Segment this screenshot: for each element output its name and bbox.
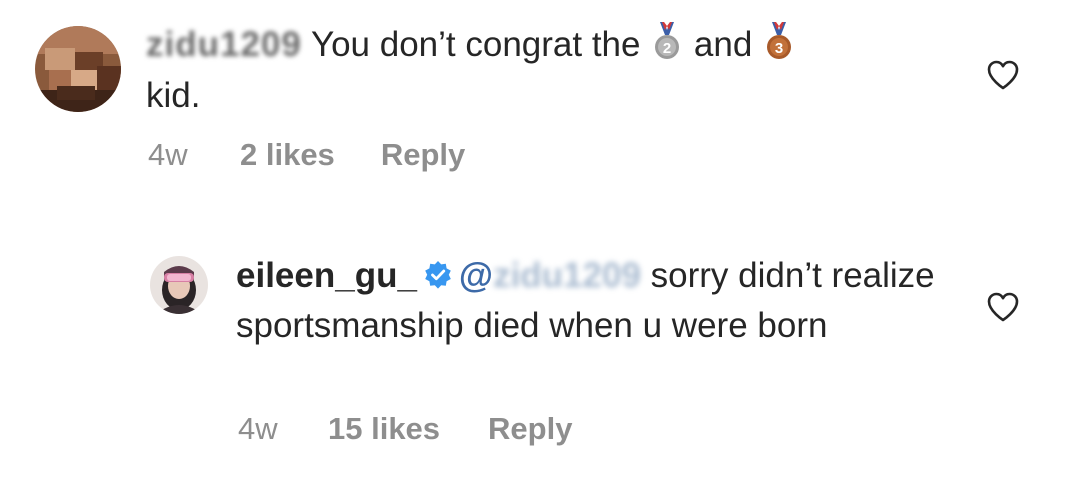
comment-meta: 4w 2 likes Reply — [148, 137, 465, 173]
verified-badge-icon — [423, 255, 453, 302]
avatar[interactable] — [150, 256, 208, 314]
reply-button[interactable]: Reply — [381, 137, 465, 173]
heart-outline-icon[interactable] — [986, 59, 1020, 96]
likes-count[interactable]: 15 likes — [328, 411, 440, 447]
comment-text-part: You don’t congrat the — [301, 25, 651, 64]
timestamp: 4w — [148, 137, 188, 172]
mention-link[interactable]: @zidu1209 — [459, 256, 641, 295]
heart-outline-icon[interactable] — [986, 291, 1020, 328]
reply-button[interactable]: Reply — [488, 411, 572, 447]
third-place-medal-icon: 3 — [764, 22, 794, 72]
comment-text-part: kid. — [146, 76, 201, 115]
comment-meta: 4w 15 likes Reply — [238, 411, 572, 447]
timestamp: 4w — [238, 411, 278, 446]
blurred-username[interactable]: zidu1209 — [146, 21, 302, 68]
likes-count[interactable]: 2 likes — [240, 137, 335, 173]
svg-text:2: 2 — [663, 40, 671, 57]
username[interactable]: eileen_gu_ — [236, 256, 417, 295]
blurred-mention: zidu1209 — [493, 256, 641, 295]
svg-text:3: 3 — [775, 40, 783, 57]
comment-text: zidu1209 You don’t congrat the 2 and 3 ki… — [146, 21, 926, 119]
comment-2: eileen_gu_ @zidu1209 sorry didn’t realize… — [0, 230, 1080, 482]
comment-text: eileen_gu_ @zidu1209 sorry didn’t realize… — [236, 252, 936, 349]
comment-1: zidu1209 You don’t congrat the 2 and 3 ki… — [0, 0, 1080, 200]
avatar[interactable] — [35, 26, 121, 112]
avatar-image — [35, 26, 121, 112]
avatar-image — [150, 256, 208, 314]
comment-text-part: and — [684, 25, 763, 64]
second-place-medal-icon: 2 — [652, 22, 682, 72]
